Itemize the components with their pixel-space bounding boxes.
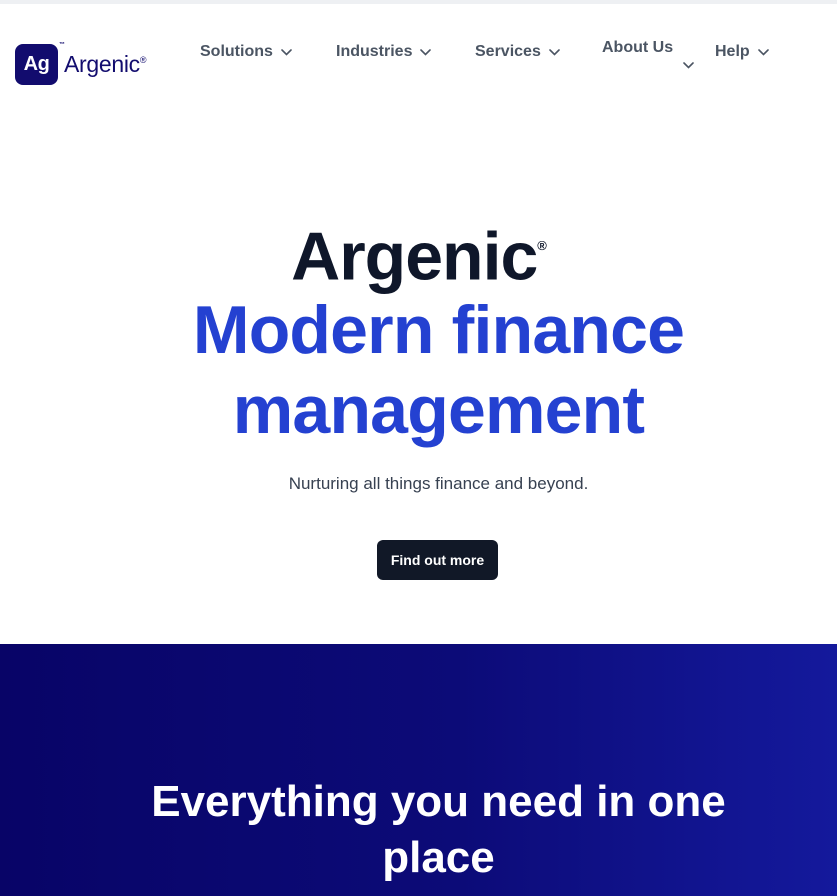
logo-badge-text: Ag <box>23 53 50 75</box>
nav-label: About Us <box>602 39 674 56</box>
hero-brand-name: Argenic <box>291 218 538 295</box>
features-heading-line1: Everything you need in one <box>151 777 726 826</box>
logo-badge: Ag <box>15 44 58 85</box>
features-heading-line2: place <box>382 833 495 882</box>
hero-title: Modern finance management <box>0 290 837 450</box>
logo-name: Argenic <box>64 51 140 77</box>
hero-registered-mark: ® <box>537 238 547 253</box>
nav-label: Services <box>475 43 541 60</box>
nav-label: Help <box>715 43 750 60</box>
chevron-down-icon <box>420 41 432 63</box>
nav-item-industries[interactable]: Industries <box>336 41 432 63</box>
chevron-down-icon <box>757 41 769 63</box>
logo-registered: ® <box>139 55 147 65</box>
logo-wordmark: Argenic® <box>64 51 147 78</box>
hero-subtitle: Nurturing all things finance and beyond. <box>288 474 589 493</box>
chevron-down-icon <box>281 41 292 63</box>
hero-brand-heading: Argenic® <box>0 212 837 297</box>
top-divider <box>0 0 837 4</box>
nav-item-services[interactable]: Services <box>475 41 560 63</box>
nav-label: Solutions <box>200 43 273 60</box>
chevron-down-icon <box>683 37 694 93</box>
logo-trademark: ™ <box>59 42 65 48</box>
nav-item-solutions[interactable]: Solutions <box>200 41 292 63</box>
nav-item-about-us[interactable]: About Us <box>602 37 694 93</box>
features-heading: Everything you need in one place <box>0 774 837 886</box>
chevron-down-icon <box>549 41 560 63</box>
find-out-more-button[interactable]: Find out more <box>377 540 498 580</box>
features-band: Everything you need in one place <box>0 644 837 896</box>
nav-label: Industries <box>336 43 413 60</box>
hero-title-line2: management <box>232 372 645 448</box>
brand-logo[interactable]: Ag ™ Argenic® <box>15 42 147 85</box>
nav-item-help[interactable]: Help <box>715 41 769 63</box>
hero-title-line1: Modern finance <box>192 292 685 368</box>
